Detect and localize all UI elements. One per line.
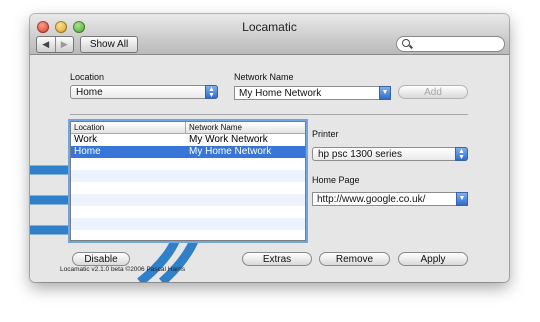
printer-popup[interactable]: hp psc 1300 series ▲ ▼ — [312, 147, 468, 161]
preference-pane: Location Home ▲ ▼ Network Name My Home Ne… — [30, 55, 509, 282]
empty-table-row — [71, 206, 305, 218]
back-button[interactable]: ◀ — [37, 37, 55, 52]
popup-arrows-icon: ▲ ▼ — [205, 85, 218, 99]
location-popup-value: Home — [76, 87, 103, 98]
popup-arrows-icon: ▲ ▼ — [455, 147, 468, 161]
table-row-selected[interactable]: Home My Home Network — [71, 146, 305, 158]
window-title: Locamatic — [242, 20, 297, 34]
table-cell-network: My Home Network — [189, 146, 272, 157]
location-popup[interactable]: Home ▲ ▼ — [70, 85, 218, 99]
location-network-table[interactable]: Location Network Name Work My Work Netwo… — [70, 121, 306, 241]
printer-label: Printer — [312, 129, 339, 139]
apply-button[interactable]: Apply — [398, 252, 468, 266]
search-icon — [402, 39, 410, 47]
search-input[interactable] — [413, 37, 499, 51]
home-page-value: http://www.google.co.uk/ — [317, 194, 426, 205]
preferences-window: Locamatic ◀ ▶ Show All Location Home ▲▼ — [30, 14, 509, 282]
add-button[interactable]: Add — [398, 85, 468, 99]
search-field[interactable] — [396, 36, 505, 52]
network-name-value: My Home Network — [239, 88, 322, 99]
title-bar: Locamatic ◀ ▶ Show All — [30, 14, 509, 55]
empty-table-row — [71, 230, 305, 240]
forward-button[interactable]: ▶ — [54, 37, 74, 52]
table-header: Location Network Name — [71, 122, 305, 134]
table-cell-location: Work — [74, 134, 98, 145]
version-text: Locamatic v2.1.0 beta ©2006 Pascal Harri… — [60, 266, 186, 273]
printer-popup-value: hp psc 1300 series — [318, 149, 402, 160]
show-all-button[interactable]: Show All — [80, 36, 138, 53]
back-forward-control: ◀ ▶ — [36, 36, 74, 53]
table-cell-location: Home — [74, 146, 101, 157]
empty-table-row — [71, 170, 305, 182]
extras-button[interactable]: Extras — [242, 252, 312, 266]
location-label: Location — [70, 72, 105, 82]
disable-button[interactable]: Disable — [72, 252, 130, 266]
table-row[interactable]: Work My Work Network — [71, 134, 305, 146]
empty-table-row — [71, 194, 305, 206]
section-divider — [70, 114, 468, 115]
column-header-location[interactable]: Location — [71, 122, 186, 133]
network-name-combobox[interactable]: My Home Network ▼ — [234, 86, 391, 100]
home-page-label: Home Page — [312, 175, 360, 185]
empty-table-row — [71, 182, 305, 194]
table-cell-network: My Work Network — [189, 134, 268, 145]
combobox-arrow-icon[interactable]: ▼ — [456, 192, 468, 206]
column-header-network-name[interactable]: Network Name — [186, 122, 305, 133]
empty-table-row — [71, 158, 305, 170]
combobox-arrow-icon[interactable]: ▼ — [379, 86, 391, 100]
network-name-label: Network Name — [234, 72, 294, 82]
remove-button[interactable]: Remove — [319, 252, 390, 266]
empty-table-row — [71, 218, 305, 230]
home-page-combobox[interactable]: http://www.google.co.uk/ ▼ — [312, 192, 468, 206]
